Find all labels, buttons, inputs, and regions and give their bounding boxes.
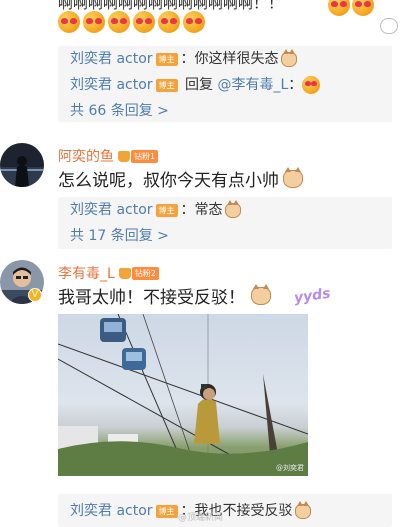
more-replies-link[interactable]: 共 17 条回复 > [70, 223, 392, 249]
reply-author[interactable]: 刘奕君 actor [70, 197, 153, 223]
cat-emoji-icon [280, 48, 297, 67]
verified-badge-icon: V [28, 288, 42, 302]
reply-thread-2: 刘奕君 actor 博主 ：常态 共 17 条回复 > [58, 197, 392, 249]
heart-eyes-emoji-icon [183, 11, 205, 33]
heart-eyes-emoji-icon [158, 11, 180, 33]
username-text[interactable]: 李有毒_L [58, 263, 115, 283]
mention-link[interactable]: @李有毒_L [217, 72, 288, 98]
heart-eyes-emoji-icon [83, 11, 105, 33]
host-badge: 博主 [155, 78, 178, 92]
reply-thread-1: 刘奕君 actor 博主 ：你这样很失态 刘奕君 actor 博主 回复 @李有… [58, 46, 392, 122]
source-watermark: @顶端新闻 [178, 513, 224, 523]
more-replies-link[interactable]: 共 66 条回复 > [70, 98, 392, 124]
host-badge: 博主 [155, 52, 178, 66]
reply-author[interactable]: 刘奕君 actor [70, 46, 153, 72]
fan-badge: 钻粉2 [118, 266, 159, 280]
heart-eyes-emoji-icon [352, 0, 374, 16]
reply-item[interactable]: 刘奕君 actor 博主 ：常态 [70, 197, 392, 223]
username[interactable]: 李有毒_L 钻粉2 [58, 263, 159, 283]
cat-emoji-icon [224, 199, 241, 218]
reply-author[interactable]: 刘奕君 actor [70, 72, 153, 98]
reply-author[interactable]: 刘奕君 actor [70, 498, 153, 524]
fan-level-tag: 钻粉2 [131, 266, 159, 280]
host-badge: 博主 [155, 203, 178, 217]
comment-text: 怎么说呢，叔你今天有点小帅 [58, 166, 303, 191]
yyds-sticker: yyds [293, 285, 332, 307]
reply-text: ： [288, 77, 303, 93]
comment-body: 怎么说呢，叔你今天有点小帅 [58, 171, 279, 191]
heart-eyes-emoji-icon [133, 11, 155, 33]
emoji-row [58, 11, 205, 33]
comment-photo[interactable]: @刘奕君 [58, 314, 308, 476]
heart-eyes-emoji-icon [108, 11, 130, 33]
trailing-emojis [328, 0, 374, 16]
heart-eyes-emoji-icon [328, 0, 350, 16]
fish-sticker-icon [380, 18, 398, 34]
reply-thread-3: 刘奕君 actor 博主 ：我也不接受反驳 [58, 494, 392, 527]
cat-emoji-icon [283, 166, 303, 188]
reply-prefix: 回复 [180, 77, 218, 93]
fan-badge: 钻粉1 [118, 149, 159, 163]
reply-item[interactable]: 刘奕君 actor 博主 ：我也不接受反驳 [70, 498, 392, 524]
reply-text: ：你这样很失态 [180, 51, 279, 67]
heart-eyes-emoji-icon [58, 11, 80, 33]
comment-text: 我哥太帅！不接受反驳！ [58, 283, 271, 308]
crying-emoji-icon [302, 76, 321, 94]
crown-icon [118, 267, 131, 279]
username-text[interactable]: 阿奕的鱼 [58, 146, 114, 166]
avatar[interactable] [0, 143, 44, 187]
photo-watermark: @刘奕君 [276, 464, 304, 472]
host-badge: 博主 [155, 504, 178, 518]
crown-icon [118, 150, 130, 162]
fan-level-tag: 钻粉1 [131, 149, 159, 163]
cat-emoji-icon [294, 500, 311, 519]
cat-emoji-icon [251, 283, 271, 305]
reply-item[interactable]: 刘奕君 actor 博主 ：你这样很失态 [70, 46, 392, 72]
comment-body: 我哥太帅！不接受反驳！ [58, 288, 245, 308]
reply-text: ：常态 [180, 202, 223, 218]
username[interactable]: 阿奕的鱼 钻粉1 [58, 146, 159, 166]
reply-item[interactable]: 刘奕君 actor 博主 回复 @李有毒_L ： [70, 72, 392, 98]
